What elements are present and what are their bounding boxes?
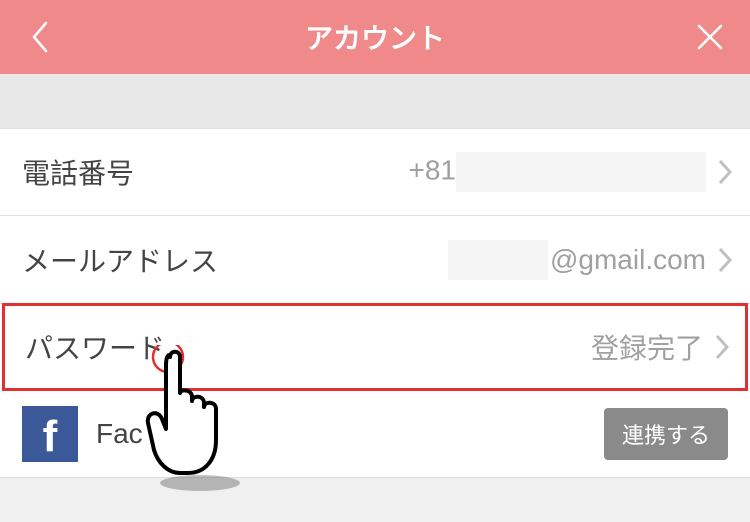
close-icon[interactable] bbox=[694, 21, 726, 53]
email-label: メールアドレス bbox=[22, 240, 218, 280]
chevron-right-icon bbox=[714, 244, 736, 276]
row-email[interactable]: メールアドレス @gmail.com bbox=[0, 216, 750, 304]
facebook-icon: f bbox=[22, 406, 78, 462]
phone-value: +81 bbox=[409, 152, 707, 192]
row-password[interactable]: パスワード 登録完了 bbox=[2, 303, 748, 391]
section-spacer bbox=[0, 74, 750, 128]
password-label: パスワード bbox=[25, 327, 165, 367]
header: アカウント bbox=[0, 0, 750, 74]
facebook-label: Fac bbox=[96, 418, 143, 450]
email-value: @gmail.com bbox=[448, 240, 706, 280]
chevron-right-icon bbox=[714, 156, 736, 188]
settings-list: 電話番号 +81 メールアドレス @gmail.com パスワード 登録完了 bbox=[0, 128, 750, 478]
link-facebook-button[interactable]: 連携する bbox=[604, 408, 728, 460]
row-phone[interactable]: 電話番号 +81 bbox=[0, 128, 750, 216]
password-value: 登録完了 bbox=[591, 327, 703, 367]
back-icon[interactable] bbox=[24, 21, 56, 53]
row-facebook: f Fac 連携する bbox=[0, 390, 750, 478]
phone-label: 電話番号 bbox=[22, 152, 134, 192]
chevron-right-icon bbox=[711, 331, 733, 363]
page-title: アカウント bbox=[305, 17, 445, 57]
